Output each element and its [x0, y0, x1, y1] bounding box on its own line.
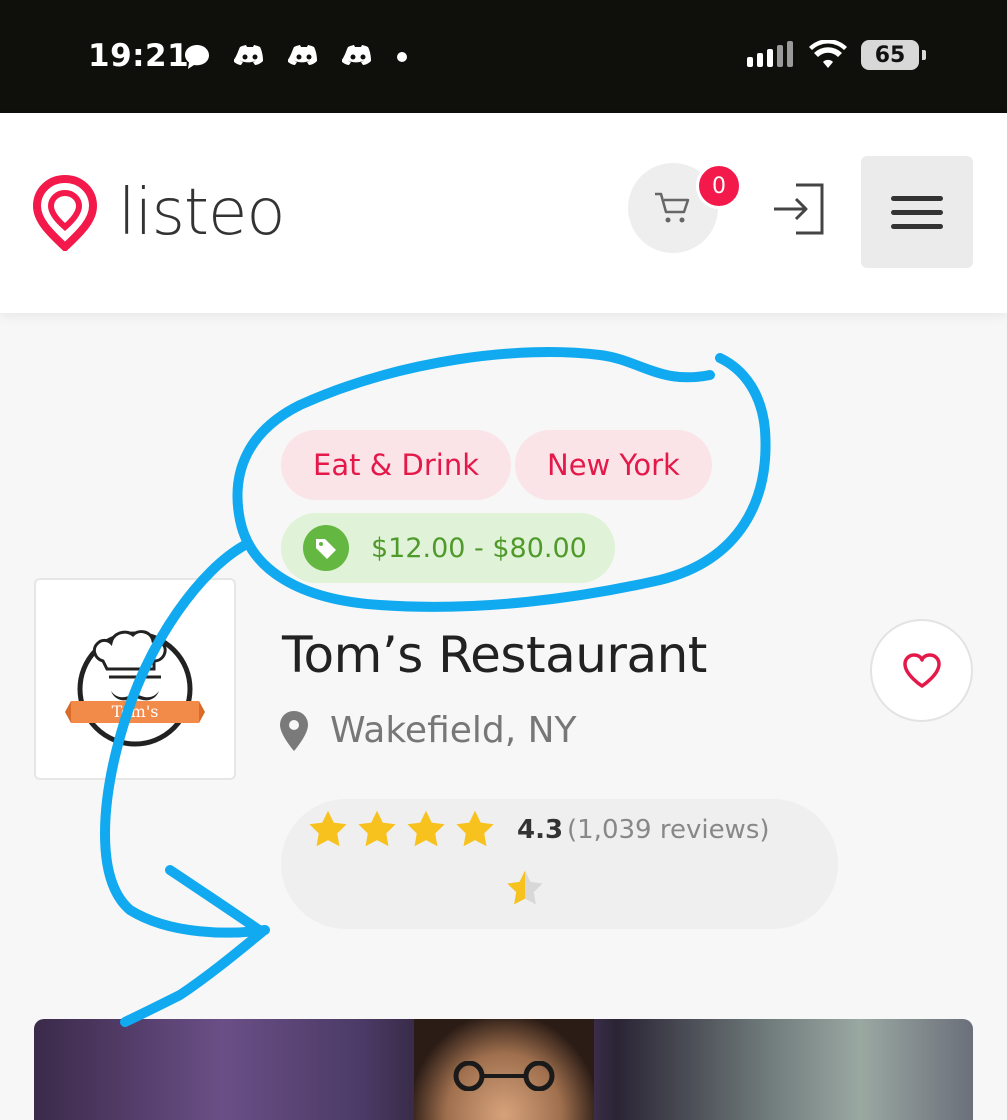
- logo[interactable]: listeo: [32, 175, 286, 251]
- signal-icon: [747, 41, 793, 67]
- tag-city-label: New York: [547, 448, 680, 482]
- dot-icon: [397, 52, 407, 62]
- status-bar: 19:21 65: [0, 0, 1007, 113]
- heart-icon: [902, 652, 941, 688]
- rating-summary: 4.3 (1,039 reviews): [281, 799, 838, 929]
- favorite-button[interactable]: [870, 619, 973, 722]
- site-header: listeo 0: [0, 113, 1007, 313]
- sign-in-icon: [774, 183, 824, 235]
- hamburger-menu-button[interactable]: [861, 156, 973, 268]
- gallery-photo-detail: [453, 1061, 555, 1091]
- price-range-text: $12.00 - $80.00: [371, 532, 587, 564]
- discord-icon: [234, 45, 263, 65]
- listing-location: Wakefield, NY: [280, 710, 577, 751]
- restaurant-logo-image: Tom's: [65, 630, 205, 747]
- login-button[interactable]: [770, 181, 826, 237]
- review-count[interactable]: (1,039 reviews): [567, 815, 770, 845]
- status-right: 65: [747, 40, 926, 70]
- tag-category[interactable]: Eat & Drink: [281, 430, 511, 500]
- rating-value: 4.3: [517, 815, 564, 845]
- notification-icons: [182, 42, 408, 72]
- menu-bar-icon: [891, 223, 943, 229]
- map-pin-logo-icon: [32, 175, 98, 251]
- cart-count-badge: 0: [696, 163, 742, 209]
- star-icon: [407, 810, 445, 847]
- tag-category-label: Eat & Drink: [313, 448, 479, 482]
- discord-icon: [288, 45, 317, 65]
- location-pin-icon: [280, 710, 308, 751]
- chat-bubble-icon: [185, 45, 209, 69]
- tag-city[interactable]: New York: [515, 430, 712, 500]
- restaurant-logo-text: Tom's: [112, 702, 159, 721]
- listing-logo: Tom's: [34, 578, 236, 780]
- price-tag-icon: [303, 525, 349, 571]
- half-star-icon: [507, 870, 543, 905]
- price-range-tag: $12.00 - $80.00: [281, 513, 615, 583]
- listing-gallery-image[interactable]: [34, 1019, 973, 1120]
- menu-bar-icon: [891, 209, 943, 215]
- menu-bar-icon: [891, 195, 943, 201]
- discord-icon: [342, 45, 371, 65]
- star-icon: [358, 810, 396, 847]
- star-icon: [456, 810, 494, 847]
- logo-text: listeo: [118, 176, 286, 250]
- listing-title: Tom’s Restaurant: [282, 626, 707, 684]
- status-time: 19:21: [88, 38, 190, 74]
- star-icon: [309, 810, 347, 847]
- wifi-icon: [809, 40, 847, 68]
- location-text: Wakefield, NY: [330, 710, 577, 751]
- cart-icon: [655, 192, 690, 223]
- rating-stars: [307, 809, 496, 849]
- battery-icon: 65: [861, 40, 926, 70]
